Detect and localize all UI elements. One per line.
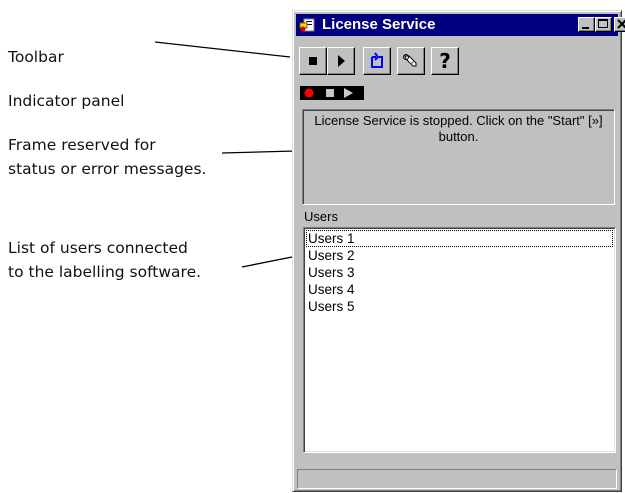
help-button[interactable]: ? (431, 47, 459, 75)
leader-line-toolbar (154, 41, 291, 58)
window-title: License Service (322, 16, 436, 33)
indicator-panel (300, 86, 364, 100)
settings-button[interactable] (397, 47, 425, 75)
refresh-button[interactable] (363, 47, 391, 75)
maximize-button[interactable] (595, 17, 612, 32)
close-button[interactable] (614, 17, 625, 32)
maximize-icon (598, 19, 608, 28)
users-label: Users (304, 209, 338, 224)
license-app-icon (299, 17, 315, 33)
refresh-icon (371, 52, 383, 68)
minimize-icon (582, 27, 589, 29)
title-bar[interactable]: License Service (296, 14, 625, 36)
play-triangle-icon (344, 88, 353, 98)
record-dot-icon (304, 88, 314, 98)
users-listbox[interactable]: Users 1 Users 2 Users 3 Users 4 Users 5 (303, 227, 616, 453)
list-item[interactable]: Users 2 (306, 247, 613, 264)
stop-icon (309, 57, 317, 65)
stop-button[interactable] (299, 47, 327, 75)
settings-wrench-icon (403, 54, 417, 67)
list-item[interactable]: Users 3 (306, 264, 613, 281)
list-item[interactable]: Users 4 (306, 281, 613, 298)
list-item[interactable]: Users 5 (306, 298, 613, 315)
help-icon: ? (439, 49, 451, 73)
license-service-window: License Service ? License Service is sto… (292, 10, 625, 492)
list-item[interactable]: Users 1 (306, 230, 613, 247)
stop-square-icon (326, 89, 334, 97)
status-frame: License Service is stopped. Click on the… (302, 109, 615, 205)
start-button[interactable] (327, 47, 355, 75)
status-message: License Service is stopped. Click on the… (314, 113, 603, 144)
minimize-button[interactable] (578, 17, 595, 32)
toolbar: ? (299, 47, 609, 77)
close-icon (617, 19, 625, 29)
status-bar (297, 469, 617, 489)
start-icon (338, 55, 345, 67)
